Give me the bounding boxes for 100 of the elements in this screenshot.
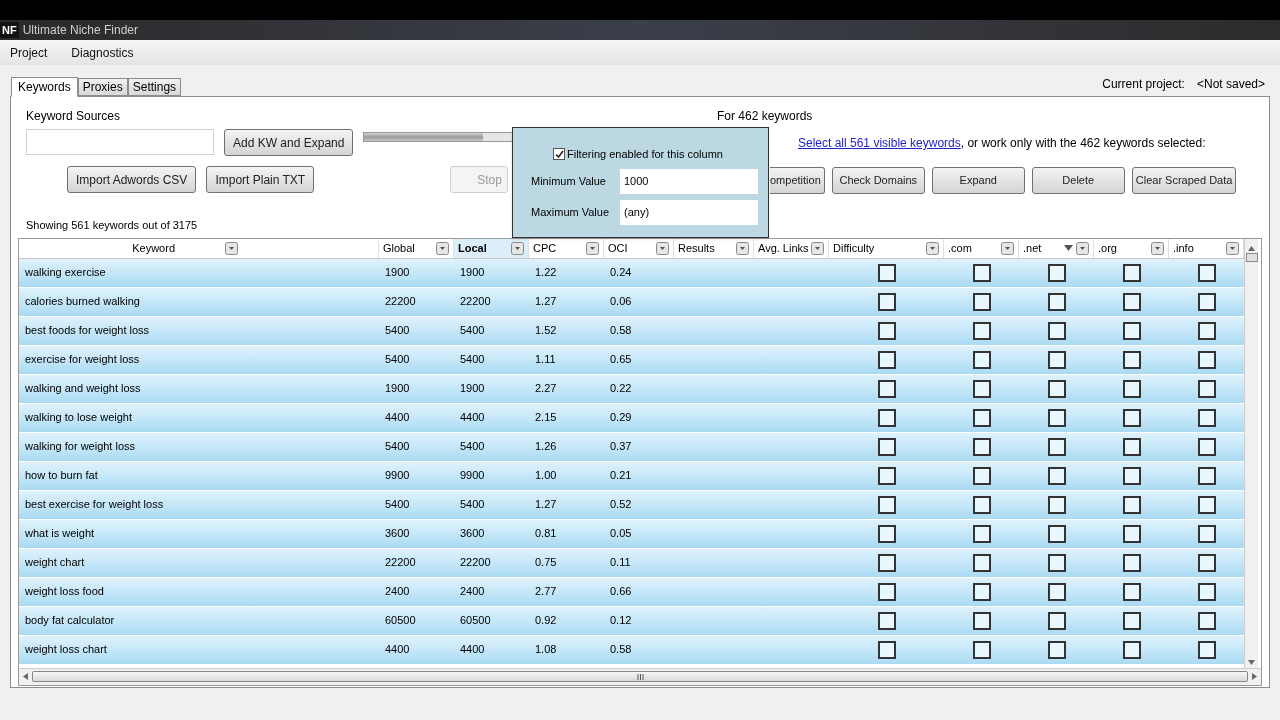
- checkbox[interactable]: [877, 437, 896, 456]
- filter-dropdown-icon[interactable]: [225, 241, 238, 255]
- scroll-down-icon[interactable]: [1248, 659, 1255, 665]
- checkbox[interactable]: [1047, 640, 1066, 659]
- checkbox[interactable]: [1197, 524, 1216, 543]
- action-button[interactable]: Delete: [1031, 167, 1125, 194]
- keyword-input[interactable]: [26, 129, 214, 155]
- checkbox[interactable]: [877, 640, 896, 659]
- checkbox[interactable]: [972, 350, 991, 369]
- menu-item[interactable]: Project: [10, 43, 48, 62]
- action-button[interactable]: Expand: [931, 167, 1025, 194]
- checkbox[interactable]: [1047, 379, 1066, 398]
- checkbox[interactable]: [972, 524, 991, 543]
- table-row[interactable]: exercise for weight loss 5400 5400 1.11 0.65: [19, 345, 1244, 375]
- checkbox[interactable]: [1047, 495, 1066, 514]
- checkbox[interactable]: [1197, 292, 1216, 311]
- checkbox[interactable]: [1197, 553, 1216, 572]
- scroll-right-icon[interactable]: [1252, 673, 1257, 680]
- filter-dropdown-icon[interactable]: [1226, 241, 1239, 255]
- action-button[interactable]: Check Domains: [831, 167, 925, 194]
- checkbox[interactable]: [1197, 466, 1216, 485]
- filter-dropdown-icon[interactable]: [736, 241, 749, 255]
- checkbox[interactable]: [877, 495, 896, 514]
- checkbox[interactable]: [1047, 321, 1066, 340]
- checkbox[interactable]: [1122, 582, 1141, 601]
- checkbox[interactable]: [1122, 640, 1141, 659]
- table-row[interactable]: what is weight 3600 3600 0.81 0.05: [19, 519, 1244, 549]
- checkbox[interactable]: [1122, 524, 1141, 543]
- checkbox[interactable]: [972, 582, 991, 601]
- checkbox[interactable]: [877, 379, 896, 398]
- table-row[interactable]: weight loss chart 4400 4400 1.08 0.58: [19, 635, 1244, 665]
- table-row[interactable]: how to burn fat 9900 9900 1.00 0.21: [19, 461, 1244, 491]
- filter-dropdown-icon[interactable]: [586, 241, 599, 255]
- table-row[interactable]: best exercise for weight loss 5400 5400 1.27 0.52: [19, 490, 1244, 520]
- checkbox[interactable]: [1197, 582, 1216, 601]
- add-expand-button[interactable]: Add KW and Expand: [224, 129, 354, 156]
- checkbox[interactable]: [877, 321, 896, 340]
- checkbox[interactable]: [1122, 379, 1141, 398]
- tab[interactable]: Keywords: [11, 77, 78, 97]
- max-value-field[interactable]: (any): [620, 199, 758, 225]
- table-row[interactable]: walking exercise 1900 1900 1.22 0.24: [19, 258, 1244, 288]
- scroll-thumb[interactable]: [32, 671, 1248, 682]
- checkbox[interactable]: [1197, 611, 1216, 630]
- checkbox[interactable]: [972, 640, 991, 659]
- checkbox[interactable]: [1197, 495, 1216, 514]
- action-button[interactable]: Clear Scraped Data: [1131, 167, 1237, 194]
- checkbox[interactable]: [972, 292, 991, 311]
- filter-dropdown-icon[interactable]: [811, 241, 824, 255]
- filter-checkbox[interactable]: [553, 148, 565, 161]
- checkbox[interactable]: [1122, 408, 1141, 427]
- import-button[interactable]: Import Adwords CSV: [67, 166, 197, 193]
- table-row[interactable]: weight loss food 2400 2400 2.77 0.66: [19, 577, 1244, 607]
- table-row[interactable]: best foods for weight loss 5400 5400 1.52 0.58: [19, 316, 1244, 346]
- table-row[interactable]: calories burned walking 22200 22200 1.27 0.06: [19, 287, 1244, 317]
- scroll-left-icon[interactable]: [23, 673, 28, 680]
- checkbox[interactable]: [1122, 292, 1141, 311]
- checkbox[interactable]: [972, 466, 991, 485]
- checkbox[interactable]: [1197, 640, 1216, 659]
- scroll-thumb[interactable]: [1245, 252, 1258, 262]
- tab[interactable]: Proxies: [77, 78, 128, 96]
- checkbox[interactable]: [877, 553, 896, 572]
- column-header[interactable]: Local: [454, 238, 529, 258]
- tab[interactable]: Settings: [127, 78, 182, 96]
- filter-dropdown-icon[interactable]: [1001, 241, 1014, 255]
- checkbox[interactable]: [877, 524, 896, 543]
- filter-dropdown-icon[interactable]: [511, 241, 524, 255]
- checkbox[interactable]: [1197, 263, 1216, 282]
- checkbox[interactable]: [1047, 263, 1066, 282]
- checkbox[interactable]: [972, 495, 991, 514]
- checkbox[interactable]: [1047, 292, 1066, 311]
- checkbox[interactable]: [972, 553, 991, 572]
- filter-dropdown-icon[interactable]: [1076, 241, 1089, 255]
- table-row[interactable]: body fat calculator 60500 60500 0.92 0.12: [19, 606, 1244, 636]
- checkbox[interactable]: [1197, 437, 1216, 456]
- checkbox[interactable]: [1122, 321, 1141, 340]
- checkbox[interactable]: [1197, 379, 1216, 398]
- checkbox[interactable]: [877, 292, 896, 311]
- checkbox[interactable]: [972, 321, 991, 340]
- checkbox[interactable]: [1122, 350, 1141, 369]
- checkbox[interactable]: [877, 582, 896, 601]
- checkbox[interactable]: [1122, 495, 1141, 514]
- checkbox[interactable]: [1047, 582, 1066, 601]
- table-row[interactable]: walking to lose weight 4400 4400 2.15 0.29: [19, 403, 1244, 433]
- menu-item[interactable]: Diagnostics: [71, 43, 134, 62]
- checkbox[interactable]: [877, 350, 896, 369]
- table-row[interactable]: walking and weight loss 1900 1900 2.27 0.22: [19, 374, 1244, 404]
- checkbox[interactable]: [877, 263, 896, 282]
- horizontal-scrollbar[interactable]: [19, 667, 1261, 685]
- checkbox[interactable]: [1047, 466, 1066, 485]
- vertical-scrollbar[interactable]: [1244, 238, 1258, 668]
- checkbox[interactable]: [877, 466, 896, 485]
- checkbox[interactable]: [1047, 350, 1066, 369]
- action-button[interactable]: ompetition: [770, 167, 825, 194]
- checkbox[interactable]: [1047, 553, 1066, 572]
- checkbox[interactable]: [972, 437, 991, 456]
- import-button[interactable]: Import Plain TXT: [206, 166, 315, 193]
- checkbox[interactable]: [972, 408, 991, 427]
- checkbox[interactable]: [1122, 611, 1141, 630]
- checkbox[interactable]: [877, 408, 896, 427]
- filter-dropdown-icon[interactable]: [436, 241, 449, 255]
